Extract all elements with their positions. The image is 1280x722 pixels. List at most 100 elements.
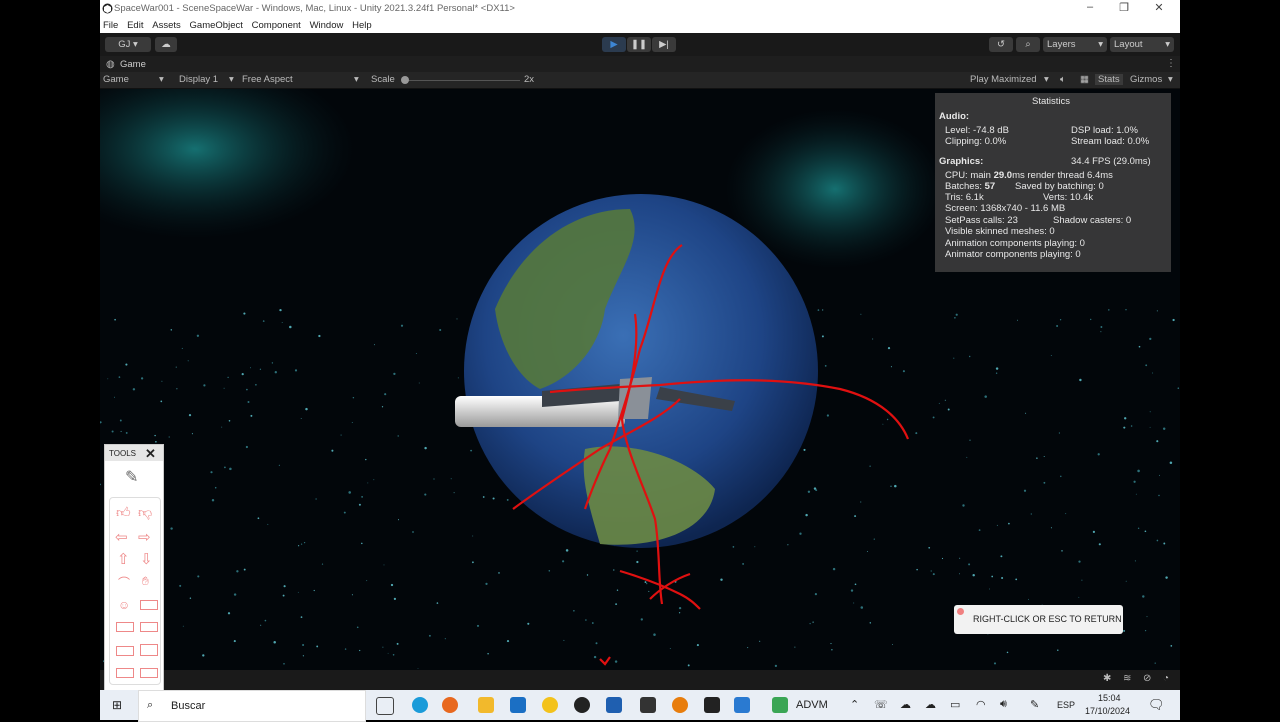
- star: [170, 527, 173, 530]
- stamp-icon-b[interactable]: [140, 622, 158, 632]
- layers-dropdown[interactable]: Layers ▾: [1043, 37, 1107, 52]
- star: [233, 593, 237, 596]
- game-viewport[interactable]: Statistics Audio: Level: -74.8 dB DSP lo…: [100, 89, 1180, 690]
- arrow-right-icon[interactable]: ⇨: [138, 528, 151, 546]
- onedrive-icon[interactable]: ☁: [925, 698, 936, 711]
- rainbow-icon[interactable]: ⌒: [118, 574, 130, 591]
- menu-window[interactable]: Window: [310, 20, 344, 31]
- arrow-down-icon[interactable]: ⇩: [140, 550, 153, 568]
- star: [1028, 598, 1029, 600]
- history-button[interactable]: ↺: [989, 37, 1013, 52]
- step-button[interactable]: ▶|: [652, 37, 676, 52]
- play-button[interactable]: ▶: [602, 37, 626, 52]
- outlook-icon[interactable]: [510, 697, 526, 713]
- game-tab-bar: ◍ Game ⋮: [100, 56, 1180, 72]
- github-icon[interactable]: [574, 697, 590, 713]
- minimize-button[interactable]: –: [1075, 1, 1105, 13]
- pen-tray-icon[interactable]: ✎: [1030, 698, 1039, 711]
- aspect-dropdown[interactable]: Free Aspect: [242, 74, 293, 85]
- thumbs-down-icon[interactable]: 👎︎: [138, 504, 152, 521]
- stamp-icon-c[interactable]: [140, 644, 158, 656]
- star: [1152, 372, 1154, 374]
- vscode-icon[interactable]: [734, 697, 750, 713]
- clock-date[interactable]: 17/10/2024: [1085, 706, 1130, 716]
- display-dropdown[interactable]: Display 1: [179, 74, 218, 85]
- edge-icon[interactable]: [412, 697, 428, 713]
- menu-edit[interactable]: Edit: [127, 20, 143, 31]
- unity-editor-icon[interactable]: [704, 697, 720, 713]
- advm-label[interactable]: ADVM: [796, 699, 828, 711]
- wifi-icon[interactable]: ◠: [976, 698, 986, 711]
- star: [1135, 493, 1137, 495]
- scale-slider-handle[interactable]: [401, 76, 409, 84]
- layout-label: Layout: [1114, 39, 1143, 50]
- star: [1177, 387, 1180, 389]
- battery-icon[interactable]: ▭: [950, 698, 960, 711]
- stamp-icon-a[interactable]: [116, 622, 134, 632]
- wtf-stamp-icon[interactable]: [140, 668, 158, 678]
- scale-slider[interactable]: [402, 80, 520, 81]
- cloud-button[interactable]: ☁: [155, 37, 177, 52]
- menu-assets[interactable]: Assets: [152, 20, 181, 31]
- arrow-up-icon[interactable]: ⇧: [117, 550, 130, 568]
- cloud-off-icon[interactable]: ☁: [900, 698, 911, 711]
- firefox-icon[interactable]: [442, 697, 458, 713]
- menu-file[interactable]: File: [103, 20, 118, 31]
- file-explorer-icon[interactable]: [478, 697, 494, 713]
- fail-stamp-icon[interactable]: [140, 600, 158, 610]
- unity-hub-icon[interactable]: [640, 697, 656, 713]
- star: [996, 524, 998, 526]
- menu-component[interactable]: Component: [252, 20, 301, 31]
- account-button[interactable]: GJ ▾: [105, 37, 151, 52]
- no-light-icon[interactable]: ⊘: [1143, 673, 1151, 684]
- language-indicator[interactable]: ESP: [1057, 700, 1075, 710]
- star: [892, 643, 893, 645]
- task-view-icon[interactable]: [376, 697, 394, 715]
- thumbs-up-icon[interactable]: 👍︎: [116, 504, 131, 521]
- volume-icon[interactable]: 🔊︎: [1000, 698, 1007, 711]
- star: [300, 418, 302, 419]
- notification-icon[interactable]: 🗨︎: [1148, 697, 1165, 713]
- stats-toggle[interactable]: Stats: [1095, 74, 1123, 85]
- windows-start-icon[interactable]: ⊞: [112, 698, 122, 712]
- clock-time[interactable]: 15:04: [1098, 693, 1121, 703]
- gizmos-dropdown[interactable]: Gizmos: [1130, 74, 1162, 85]
- blender-icon[interactable]: [672, 697, 688, 713]
- media-player-icon[interactable]: [542, 697, 558, 713]
- star: [794, 646, 796, 648]
- bug-icon[interactable]: ✱: [1103, 673, 1111, 684]
- tab-game[interactable]: Game: [120, 59, 146, 70]
- star: [1170, 645, 1173, 647]
- star: [361, 495, 364, 498]
- tools-close-button[interactable]: ✕: [145, 446, 156, 462]
- close-window-button[interactable]: ✕: [1144, 1, 1174, 14]
- check-icon[interactable]: ◔: [1163, 673, 1169, 684]
- more-options-icon[interactable]: ⋮: [1166, 58, 1176, 69]
- grid-icon[interactable]: ▦: [1080, 74, 1089, 85]
- pen-icon[interactable]: ✎: [125, 467, 138, 487]
- view-dropdown[interactable]: Game: [103, 74, 129, 85]
- ftw-stamp-icon[interactable]: [116, 646, 134, 656]
- star: [428, 634, 431, 637]
- imho-stamp-icon[interactable]: [116, 668, 134, 678]
- layout-dropdown[interactable]: Layout ▾: [1110, 37, 1174, 52]
- taskbar-search-box[interactable]: ⌕ Buscar: [138, 690, 366, 722]
- smiley-icon[interactable]: ☺: [118, 598, 130, 612]
- menu-help[interactable]: Help: [352, 20, 372, 31]
- maximize-button[interactable]: ❐: [1109, 1, 1139, 14]
- return-overlay-button[interactable]: RIGHT-CLICK OR ESC TO RETURN: [954, 605, 1123, 634]
- speaker-icon[interactable]: 🔈︎: [1060, 74, 1066, 85]
- arrow-left-icon[interactable]: ⇦: [115, 528, 128, 546]
- star: [1172, 318, 1175, 322]
- play-mode-dropdown[interactable]: Play Maximized: [970, 74, 1037, 85]
- phone-icon[interactable]: ☏: [874, 698, 888, 711]
- hand-icon[interactable]: ✋︎: [142, 574, 149, 589]
- pause-button[interactable]: ❚❚: [627, 37, 651, 52]
- batches: 57: [984, 181, 996, 192]
- search-button[interactable]: ⌕: [1016, 37, 1040, 52]
- menu-gameobject[interactable]: GameObject: [190, 20, 243, 31]
- store-icon[interactable]: [606, 697, 622, 713]
- chevron-up-icon[interactable]: ⌃: [850, 698, 859, 711]
- advm-icon[interactable]: [772, 697, 788, 713]
- layers-stack-icon[interactable]: ≋: [1123, 673, 1131, 684]
